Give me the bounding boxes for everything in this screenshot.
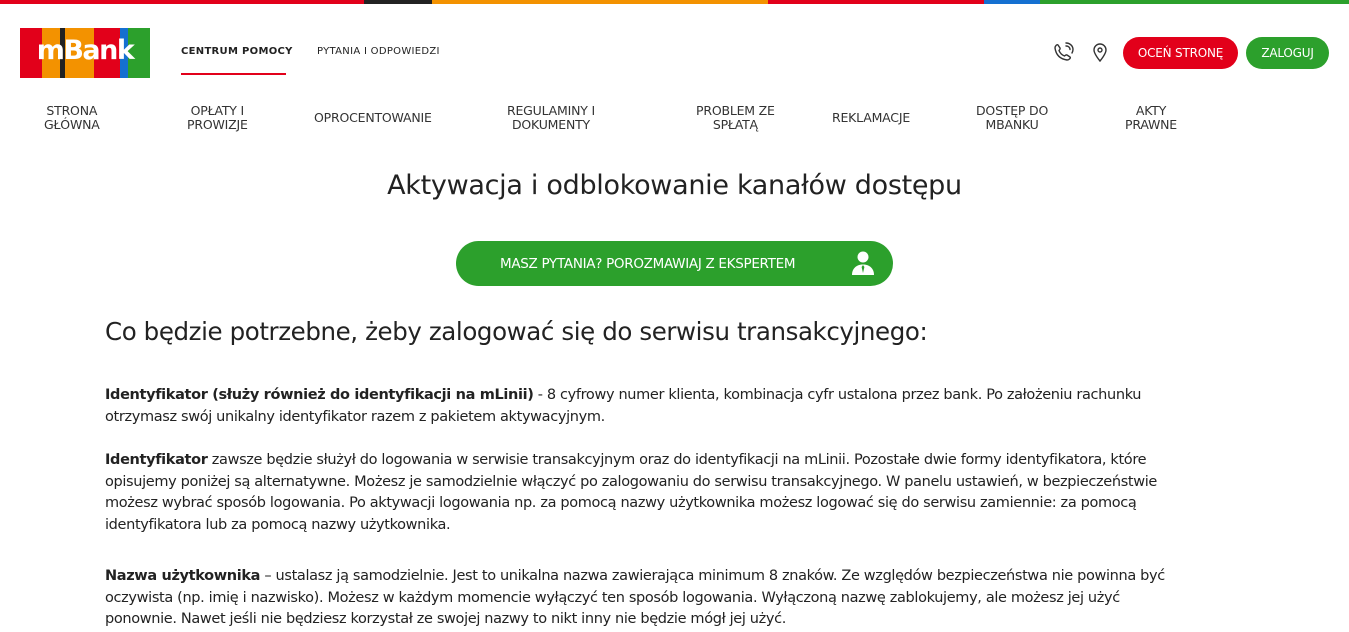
catnav-item-fees[interactable]: OPŁATY I PROWIZJE: [187, 104, 248, 132]
paragraph-identifier-mlinia: Identyfikator (służy również do identyfi…: [105, 387, 1142, 425]
catnav-item-regulations[interactable]: REGULAMINY I DOKUMENTY: [507, 104, 595, 132]
paragraph-identifier: Identyfikator zawsze będzie służył do lo…: [105, 452, 1157, 533]
nav-questions-answers[interactable]: PYTANIA I ODPOWIEDZI: [317, 46, 440, 57]
term-identifier-mlinia: Identyfikator (służy również do identyfi…: [105, 387, 534, 403]
cta-label: MASZ PYTANIA? POROZMAWIAJ Z EKSPERTEM: [500, 255, 796, 272]
active-tab-underline: [181, 73, 286, 75]
catnav-item-repayment-problem[interactable]: PROBLEM ZE SPŁATĄ: [696, 104, 775, 132]
catnav-item-home[interactable]: STRONA GŁÓWNA: [44, 104, 100, 132]
section-heading: Co będzie potrzebne, żeby zalogować się …: [105, 317, 928, 346]
catnav-item-complaints[interactable]: REKLAMACJE: [832, 111, 910, 125]
catnav-item-access[interactable]: DOSTĘP DO MBANKU: [976, 104, 1048, 132]
rate-page-button[interactable]: OCEŃ STRONĘ: [1123, 37, 1238, 69]
talk-to-expert-button[interactable]: MASZ PYTANIA? POROZMAWIAJ Z EKSPERTEM: [456, 241, 893, 286]
catnav-item-interest[interactable]: OPROCENTOWANIE: [314, 111, 432, 125]
paragraph-username: Nazwa użytkownika – ustalasz ją samodzie…: [105, 568, 1165, 627]
catnav-item-legal-acts[interactable]: AKTY PRAWNE: [1125, 104, 1177, 132]
logo-text: mBank: [36, 35, 135, 66]
term-username: Nazwa użytkownika: [105, 568, 261, 584]
brand-color-stripe: [0, 0, 1349, 4]
mbank-logo[interactable]: mBank: [20, 28, 150, 78]
location-pin-icon[interactable]: [1088, 40, 1114, 66]
phone-icon[interactable]: [1051, 40, 1077, 66]
page-title: Aktywacja i odblokowanie kanałów dostępu: [387, 170, 962, 201]
term-identifier: Identyfikator: [105, 452, 208, 468]
nav-help-center[interactable]: CENTRUM POMOCY: [181, 46, 293, 57]
login-button[interactable]: ZALOGUJ: [1246, 37, 1329, 69]
expert-person-icon: [848, 248, 878, 282]
